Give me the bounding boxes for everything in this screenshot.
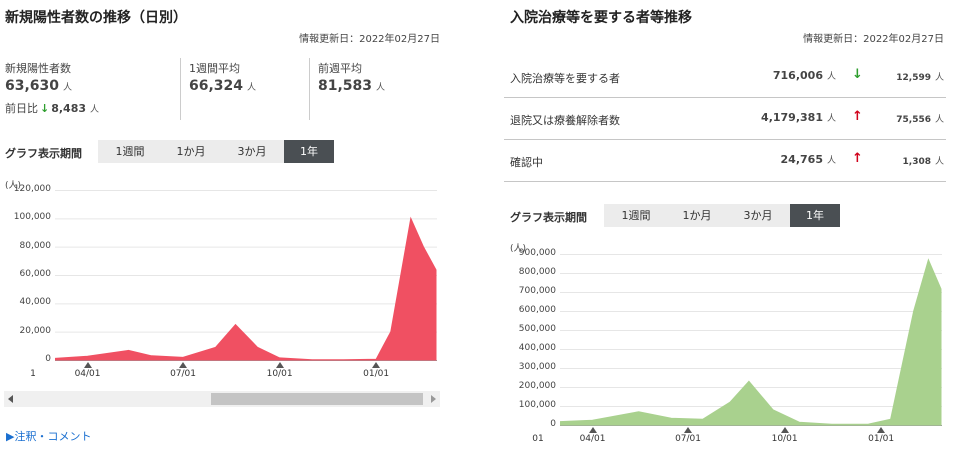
y-tick-label: 0 xyxy=(45,354,51,364)
x-tick-label: 07/01 xyxy=(170,369,196,379)
right-tab-1month[interactable]: 1か月 xyxy=(668,204,726,227)
y-tick-label: 800,000 xyxy=(518,267,556,277)
up-arrow-icon: ↑ xyxy=(852,109,863,124)
new-cases-value: 63,630 人 xyxy=(5,78,73,94)
stat-row-confirming: 確認中 24,765 人 ↑ 1,308 人 xyxy=(504,141,946,182)
x-marker-icon xyxy=(275,362,284,368)
row-value: 24,765 人 xyxy=(780,153,836,166)
new-cases-label: 新規陽性者数 xyxy=(5,62,71,75)
positive-cases-chart xyxy=(55,190,437,361)
x-tick-label: 10/01 xyxy=(771,434,798,444)
right-tab-1week[interactable]: 1週間 xyxy=(604,204,668,227)
down-arrow-icon: ↓ xyxy=(852,67,863,82)
y-tick-label: 80,000 xyxy=(19,240,52,251)
stat-row-discharged: 退院又は療養解除者数 4,179,381 人 ↑ 75,556 人 xyxy=(504,99,946,140)
x-tick-label: 10/01 xyxy=(266,369,293,379)
prev-week-avg-label: 前週平均 xyxy=(318,62,362,75)
prev-week-avg-value: 81,583 人 xyxy=(318,78,386,94)
row-value: 4,179,381 人 xyxy=(761,111,836,124)
week-avg-label: 1週間平均 xyxy=(189,62,240,75)
x-marker-icon xyxy=(780,427,789,433)
hospitalized-chart xyxy=(560,254,942,426)
row-label: 確認中 xyxy=(510,156,543,169)
x-marker-icon xyxy=(684,427,693,433)
x-marker-icon xyxy=(179,362,188,368)
chart-scrollbar[interactable] xyxy=(4,391,440,407)
y-tick-label: 300,000 xyxy=(518,362,556,372)
x-tick-label: 01/01 xyxy=(868,434,895,444)
y-tick-label: 60,000 xyxy=(19,269,52,279)
left-tab-1week[interactable]: 1週間 xyxy=(98,140,162,163)
left-tab-1year[interactable]: 1年 xyxy=(284,140,334,163)
x-tick-label: 1 xyxy=(30,369,36,379)
hospitalized-area xyxy=(560,258,942,426)
right-tab-3months[interactable]: 3か月 xyxy=(726,204,790,227)
y-tick-label: 400,000 xyxy=(518,343,556,353)
row-diff: 1,308 人 xyxy=(902,157,944,167)
y-tick-label: 0 xyxy=(550,419,556,429)
right-tab-1year[interactable]: 1年 xyxy=(790,204,840,227)
week-avg-value: 66,324 人 xyxy=(189,78,257,94)
row-label: 入院治療等を要する者 xyxy=(510,72,620,85)
x-marker-icon xyxy=(877,427,886,433)
x-marker-icon xyxy=(588,427,597,433)
up-arrow-icon: ↑ xyxy=(852,151,863,166)
x-tick-label: 01 xyxy=(532,434,544,444)
stat-row-hospitalized: 入院治療等を要する者 716,006 人 ↓ 12,599 人 xyxy=(504,57,946,98)
row-diff: 12,599 人 xyxy=(896,73,944,83)
x-tick-label: 04/01 xyxy=(74,369,101,379)
hospitalized-title: 入院治療等を要する者等推移 xyxy=(510,10,692,26)
y-tick-label: 700,000 xyxy=(518,286,556,296)
left-tab-3months[interactable]: 3か月 xyxy=(220,140,284,163)
positive-cases-title: 新規陽性者数の推移（日別） xyxy=(5,10,187,26)
day-diff: 前日比 ↓ 8,483 人 xyxy=(5,102,100,115)
notes-comments-link[interactable]: ▶注釈・コメント xyxy=(6,428,91,444)
x-marker-icon xyxy=(83,362,92,368)
left-updated-date: 情報更新日：2022年02月27日 xyxy=(299,34,440,45)
row-label: 退院又は療養解除者数 xyxy=(510,114,620,127)
positive-cases-area xyxy=(55,216,437,361)
y-tick-label: 100,000 xyxy=(13,212,51,223)
y-tick-label: 20,000 xyxy=(19,325,52,336)
y-tick-label: 500,000 xyxy=(518,324,556,334)
right-period-tabs: 1週間 1か月 3か月 1年 xyxy=(604,204,840,227)
scrollbar-thumb[interactable] xyxy=(211,393,423,405)
x-tick-label: 04/01 xyxy=(579,434,606,444)
right-updated-date: 情報更新日：2022年02月27日 xyxy=(803,34,944,45)
row-value: 716,006 人 xyxy=(772,69,836,82)
y-tick-label: 200,000 xyxy=(518,381,556,391)
left-tab-1month[interactable]: 1か月 xyxy=(162,140,220,163)
y-tick-label: 40,000 xyxy=(19,297,52,308)
left-period-tabs: 1週間 1か月 3か月 1年 xyxy=(98,140,334,163)
scroll-right-icon[interactable] xyxy=(431,395,436,403)
x-marker-icon xyxy=(372,362,381,368)
left-period-label: グラフ表示期間 xyxy=(5,147,82,160)
row-diff: 75,556 人 xyxy=(896,115,944,125)
scroll-left-icon[interactable] xyxy=(8,395,13,403)
x-tick-label: 07/01 xyxy=(675,434,701,444)
y-tick-label: 600,000 xyxy=(518,305,556,315)
down-arrow-icon: ↓ xyxy=(40,102,50,115)
y-tick-label: 900,000 xyxy=(518,248,556,258)
y-tick-label: 100,000 xyxy=(518,400,556,410)
right-period-label: グラフ表示期間 xyxy=(510,211,587,224)
x-tick-label: 01/01 xyxy=(363,369,390,379)
y-tick-label: 120,000 xyxy=(13,184,51,194)
